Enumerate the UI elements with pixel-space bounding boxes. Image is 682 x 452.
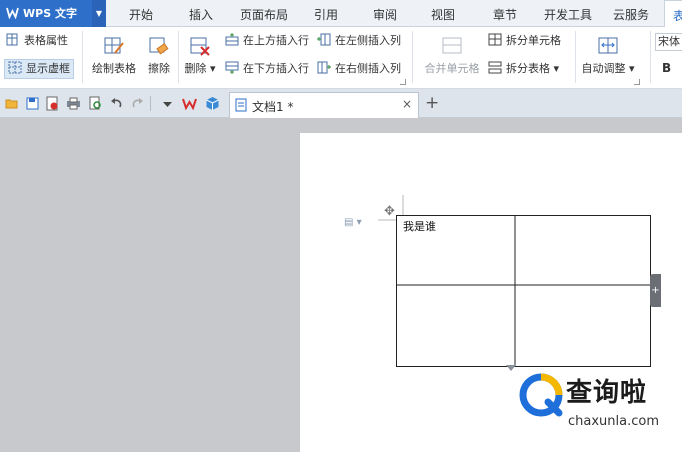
merge-cells-icon xyxy=(442,37,462,54)
tab-developer[interactable]: 开发工具 xyxy=(538,0,598,27)
insert-col-left-icon xyxy=(317,33,331,46)
tab-references[interactable]: 引用 xyxy=(303,0,349,27)
gridlines-icon xyxy=(8,61,22,74)
tab-chapter[interactable]: 章节 xyxy=(482,0,528,27)
toolbar-separator xyxy=(150,96,151,111)
watermark-brand: 查询啦 xyxy=(566,378,648,408)
draw-table-button[interactable]: 绘制表格 xyxy=(89,35,139,76)
new-tab-button[interactable]: + xyxy=(425,93,439,113)
split-table-button[interactable]: 拆分表格 ▾ xyxy=(488,61,559,77)
insert-row-above-icon xyxy=(225,33,239,46)
table-move-handle-icon[interactable]: ✥ xyxy=(384,204,395,219)
auto-fit-icon xyxy=(598,37,618,54)
print-preview-icon[interactable] xyxy=(88,96,103,111)
tab-review[interactable]: 审阅 xyxy=(362,0,408,27)
wps-logo-icon xyxy=(6,7,19,19)
tab-insert[interactable]: 插入 xyxy=(178,0,224,27)
ribbon-separator xyxy=(412,31,413,83)
table-resize-handle[interactable] xyxy=(506,365,516,371)
document-tab[interactable]: 文档1 * × xyxy=(229,92,419,118)
dialog-launcher-icon[interactable] xyxy=(634,79,640,85)
delete-button[interactable]: 删除 ▾ xyxy=(182,35,218,76)
ribbon: 表格属性 显示虚框 绘制表格 擦除 删除 ▾ 在上方插入行 在下方插入行 在左侧… xyxy=(0,27,682,89)
save-icon[interactable] xyxy=(25,96,40,111)
insert-col-left-button[interactable]: 在左侧插入列 xyxy=(317,33,401,49)
table-properties-icon xyxy=(6,33,18,46)
auto-fit-button[interactable]: 自动调整 ▾ xyxy=(580,35,636,76)
watermark: 查询啦 chaxunla.com xyxy=(518,370,678,440)
print-icon[interactable] xyxy=(66,96,81,111)
tab-home[interactable]: 开始 xyxy=(118,0,164,27)
close-tab-icon[interactable]: × xyxy=(402,97,412,111)
menu-bar: WPS 文字 ▼ 开始 插入 页面布局 引用 审阅 视图 章节 开发工具 云服务… xyxy=(0,0,682,27)
tab-cloud-service[interactable]: 云服务 xyxy=(608,0,654,27)
eraser-icon xyxy=(149,37,169,55)
customize-dropdown-icon[interactable] xyxy=(160,96,175,111)
redo-icon[interactable] xyxy=(130,96,145,111)
tab-view[interactable]: 视图 xyxy=(420,0,466,27)
table-border xyxy=(396,215,651,367)
split-table-icon xyxy=(488,61,502,74)
app-menu-button[interactable]: WPS 文字 xyxy=(0,0,92,27)
eraser-button[interactable]: 擦除 xyxy=(144,35,174,76)
tab-page-layout[interactable]: 页面布局 xyxy=(234,0,294,27)
cube-icon[interactable] xyxy=(205,96,220,111)
document-tab-title: 文档1 * xyxy=(252,100,294,114)
table-cell-text[interactable]: 我是谁 xyxy=(403,218,436,234)
wps-home-icon[interactable] xyxy=(182,96,197,111)
dialog-launcher-icon[interactable] xyxy=(400,79,406,85)
split-cells-icon xyxy=(488,33,502,46)
export-pdf-icon[interactable] xyxy=(45,96,60,111)
document-table[interactable] xyxy=(396,215,651,367)
table-properties-button[interactable]: 表格属性 xyxy=(6,33,68,49)
ribbon-separator xyxy=(650,31,651,83)
tab-table[interactable]: 表 xyxy=(664,0,682,27)
insert-row-above-button[interactable]: 在上方插入行 xyxy=(225,33,309,49)
chaxunla-logo-icon xyxy=(519,373,563,417)
delete-table-icon xyxy=(190,37,210,56)
document-icon xyxy=(235,98,247,112)
insert-col-right-button[interactable]: 在右侧插入列 xyxy=(317,61,401,77)
show-gridlines-button[interactable]: 显示虚框 xyxy=(4,59,74,79)
merge-cells-button[interactable]: 合并单元格 xyxy=(422,35,482,76)
undo-icon[interactable] xyxy=(109,96,124,111)
draw-table-icon xyxy=(104,37,124,54)
font-name-select[interactable]: 宋体 xyxy=(655,33,682,51)
app-dropdown-button[interactable]: ▼ xyxy=(92,0,106,27)
open-folder-icon[interactable] xyxy=(5,96,20,111)
ribbon-separator xyxy=(82,31,83,83)
insert-row-below-button[interactable]: 在下方插入行 xyxy=(225,61,309,77)
insert-col-right-icon xyxy=(317,61,331,74)
add-column-button[interactable]: + xyxy=(650,274,661,307)
watermark-url: chaxunla.com xyxy=(568,414,659,429)
split-cells-button[interactable]: 拆分单元格 xyxy=(488,33,561,49)
ribbon-separator xyxy=(178,31,179,83)
app-name: WPS 文字 xyxy=(23,7,77,20)
paragraph-layout-icon[interactable]: ▤ ▾ xyxy=(344,217,362,228)
ribbon-separator xyxy=(575,31,576,83)
insert-row-below-icon xyxy=(225,61,239,74)
bold-button[interactable]: B xyxy=(662,60,671,76)
